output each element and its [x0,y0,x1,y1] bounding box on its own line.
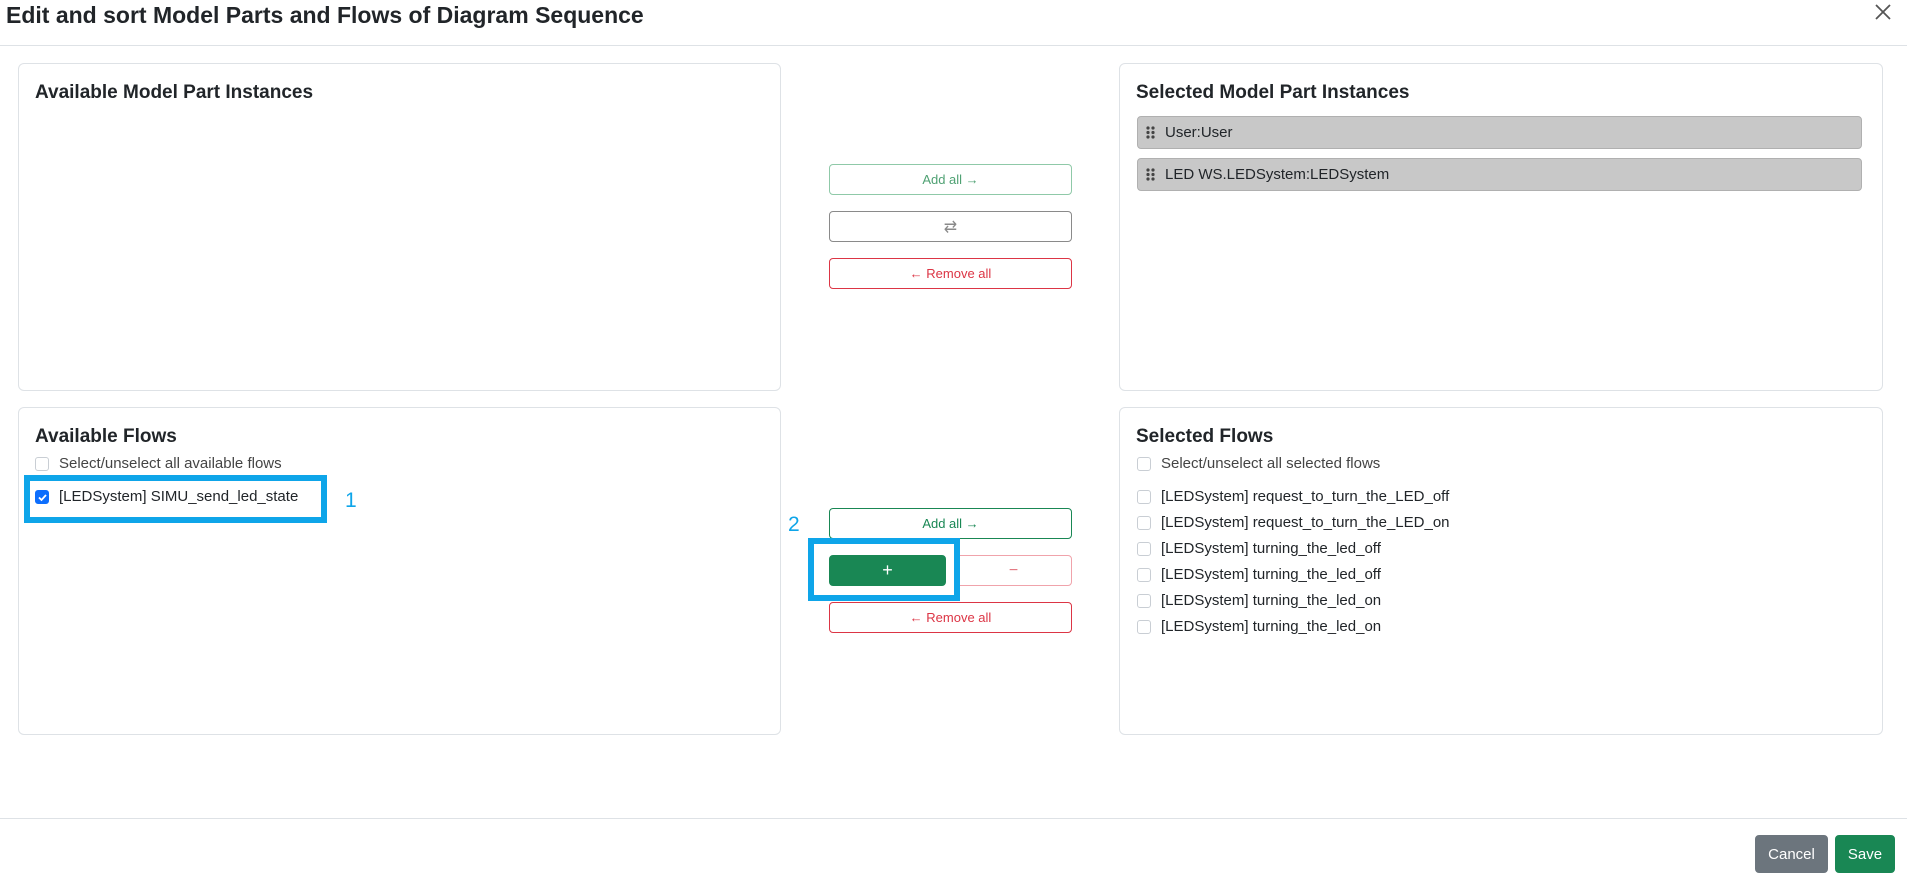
save-button[interactable]: Save [1835,835,1895,873]
available-flows-title: Available Flows [35,426,177,447]
dialog-footer [0,818,1907,819]
selected-part-item[interactable]: LED WS.LEDSystem:LEDSystem [1137,158,1862,191]
parts-add-all-button[interactable]: Add all → [829,164,1072,195]
drag-handle-icon[interactable] [1146,126,1156,139]
selected-parts-title: Selected Model Part Instances [1136,82,1410,103]
select-all-selected-checkbox[interactable] [1137,457,1151,471]
selected-flow-checkbox[interactable] [1137,542,1151,556]
highlight-box-2 [808,538,960,601]
flows-remove-all-button[interactable]: ← Remove all [829,602,1072,633]
select-all-selected-label: Select/unselect all selected flows [1161,455,1381,472]
selected-flow-label[interactable]: [LEDSystem] turning_the_led_on [1161,618,1381,636]
highlight-box-1 [24,475,327,523]
selected-flow-label[interactable]: [LEDSystem] request_to_turn_the_LED_off [1161,488,1449,506]
selected-flow-checkbox[interactable] [1137,490,1151,504]
selected-flow-checkbox[interactable] [1137,620,1151,634]
selected-flow-label[interactable]: [LEDSystem] request_to_turn_the_LED_on [1161,514,1450,532]
selected-part-label: User:User [1165,124,1233,141]
selected-flow-checkbox[interactable] [1137,594,1151,608]
selected-flow-label[interactable]: [LEDSystem] turning_the_led_on [1161,592,1381,610]
flows-remove-selected-button[interactable]: − [955,555,1072,586]
available-parts-card: Available Model Part Instances [18,63,781,391]
selected-flow-checkbox[interactable] [1137,516,1151,530]
selected-part-item[interactable]: User:User [1137,116,1862,149]
selected-flow-label[interactable]: [LEDSystem] turning_the_led_off [1161,540,1381,558]
annotation-step-1: 1 [345,489,357,512]
drag-handle-icon[interactable] [1146,168,1156,181]
flows-add-all-button[interactable]: Add all → [829,508,1072,539]
selected-flow-label[interactable]: [LEDSystem] turning_the_led_off [1161,566,1381,584]
select-all-available-checkbox[interactable] [35,457,49,471]
selected-flows-title: Selected Flows [1136,426,1274,447]
select-all-available-label: Select/unselect all available flows [59,455,282,472]
cancel-button[interactable]: Cancel [1755,835,1828,873]
annotation-step-2: 2 [788,513,800,536]
close-icon[interactable] [1869,0,1897,28]
selected-flows-card: Selected Flows Select/unselect all selec… [1119,407,1883,735]
dialog-title: Edit and sort Model Parts and Flows of D… [6,2,644,28]
dialog-header: Edit and sort Model Parts and Flows of D… [0,0,1907,46]
available-flows-card: Available Flows Select/unselect all avai… [18,407,781,735]
available-parts-title: Available Model Part Instances [35,82,314,103]
selected-flow-checkbox[interactable] [1137,568,1151,582]
parts-remove-all-button[interactable]: ← Remove all [829,258,1072,289]
selected-parts-card: Selected Model Part Instances User:User … [1119,63,1883,391]
parts-swap-button[interactable]: ⇄ [829,211,1072,242]
selected-part-label: LED WS.LEDSystem:LEDSystem [1165,166,1390,183]
